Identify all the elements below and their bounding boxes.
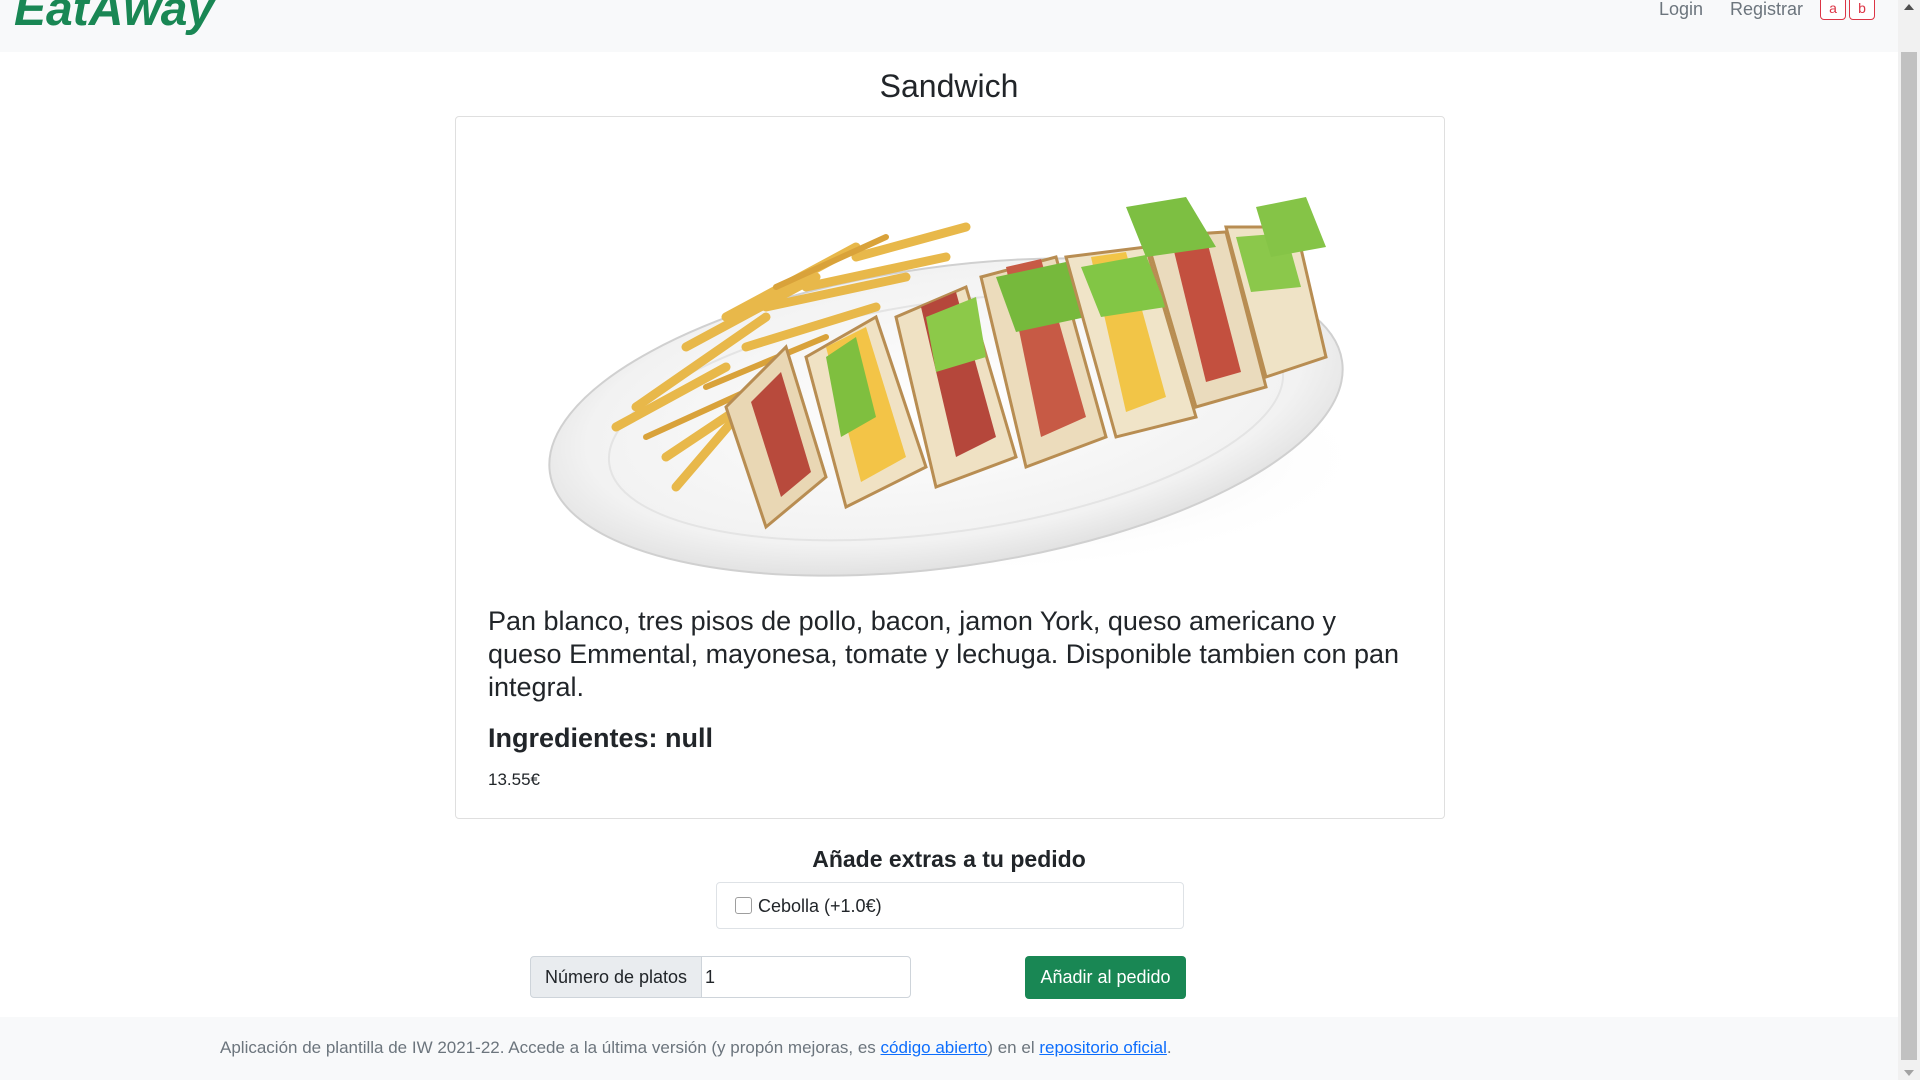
scroll-up-icon[interactable] [1904, 4, 1914, 10]
add-to-order-button[interactable]: Añadir al pedido [1025, 956, 1186, 999]
quantity-input[interactable]: 1 [701, 956, 911, 998]
footer-text-before: Aplicación de plantilla de IW 2021-22. A… [220, 1038, 881, 1057]
open-source-link[interactable]: código abierto [881, 1038, 988, 1057]
official-repo-link[interactable]: repositorio oficial [1039, 1038, 1167, 1057]
product-ingredients: Ingredientes: null [488, 723, 714, 753]
sandwich-image [536, 197, 1376, 577]
product-card: Pan blanco, tres pisos de pollo, bacon, … [455, 116, 1445, 819]
footer: Aplicación de plantilla de IW 2021-22. A… [0, 1017, 1898, 1080]
product-description: Pan blanco, tres pisos de pollo, bacon, … [488, 606, 1400, 702]
quantity-group: Número de platos 1 [530, 956, 911, 998]
scroll-down-icon[interactable] [1904, 1070, 1914, 1076]
page-title: Sandwich [879, 68, 1019, 104]
quantity-label: Número de platos [530, 956, 702, 998]
extras-list: Cebolla (+1.0€) [716, 882, 1184, 929]
product-price: 13.55€ [488, 770, 540, 789]
footer-text: Aplicación de plantilla de IW 2021-22. A… [220, 1038, 1172, 1058]
footer-text-after: . [1166, 1038, 1172, 1057]
brand-logo[interactable]: EatAway [14, 0, 214, 34]
login-link[interactable]: Login [1659, 0, 1703, 18]
extra-checkbox-cebolla[interactable] [735, 897, 752, 914]
extras-title: Añade extras a tu pedido [812, 846, 1086, 872]
navbar: EatAway Login Registrar a b [0, 0, 1898, 52]
page-scrollbar[interactable] [1898, 0, 1920, 1080]
footer-text-middle: ) en el [987, 1038, 1040, 1057]
scroll-thumb[interactable] [1901, 52, 1917, 1060]
register-link[interactable]: Registrar [1730, 0, 1803, 18]
nav-button-a[interactable]: a [1820, 0, 1846, 20]
nav-button-b[interactable]: b [1849, 0, 1875, 20]
extra-label-cebolla[interactable]: Cebolla (+1.0€) [758, 896, 882, 917]
